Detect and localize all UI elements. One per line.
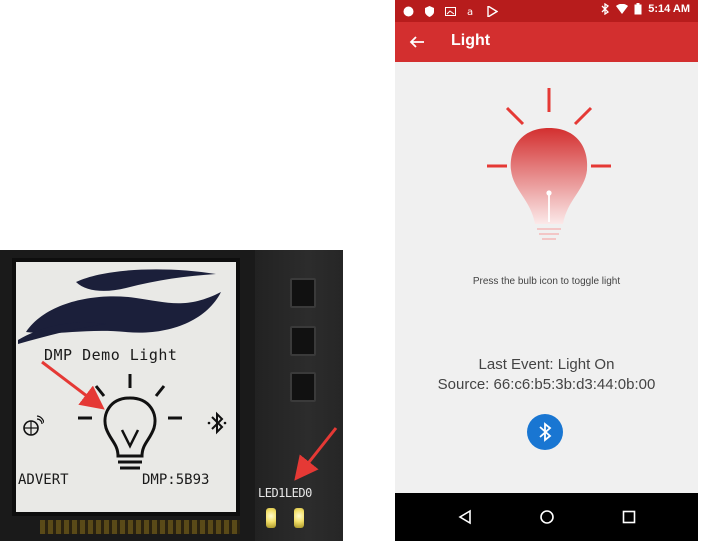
battery-icon: [634, 3, 642, 15]
advert-label: ADVERT: [18, 472, 69, 488]
recents-square-icon: [622, 510, 636, 524]
svg-text:a: a: [467, 7, 473, 17]
back-button[interactable]: [403, 28, 431, 56]
status-right: 5:14 AM: [600, 3, 690, 15]
amazon-icon: a: [467, 7, 473, 17]
nav-home-button[interactable]: [535, 505, 559, 529]
wifi-icon: [616, 3, 629, 14]
lcd-title: DMP Demo Light: [44, 346, 178, 364]
nav-back-button[interactable]: [453, 505, 477, 529]
board-chip: [290, 326, 316, 356]
home-circle-icon: [540, 510, 554, 524]
lcd-display: DMP Demo Light ADVERT DMP:5B93: [12, 258, 240, 516]
dev-board-photo: DMP Demo Light ADVERT DMP:5B93 LED1LED0: [0, 250, 343, 541]
led-labels: LED1LED0: [258, 486, 312, 500]
page-title: Light: [451, 32, 491, 49]
bluetooth-icon: [539, 422, 552, 442]
last-event-text: Last Event: Light On: [478, 356, 615, 373]
status-time: 5:14 AM: [648, 3, 690, 15]
bluetooth-button[interactable]: [527, 414, 563, 450]
source-address: Source: 66:c6:b5:3b:d3:44:0b:00: [437, 376, 656, 393]
android-nav-bar: [395, 493, 698, 541]
nav-recents-button[interactable]: [617, 505, 641, 529]
board-chip: [290, 278, 316, 308]
notification-icons: a: [403, 3, 498, 19]
silabs-logo: [18, 269, 221, 344]
light-bulb-icon[interactable]: [479, 86, 619, 246]
dmp-id-label: DMP:5B93: [142, 472, 210, 488]
play-store-icon: [487, 5, 498, 17]
app-notification-icon: [403, 6, 414, 16]
phone-screen: a 5:14 AM Light Press the bulb icon to t…: [395, 0, 698, 541]
app-bar: Light: [395, 22, 698, 62]
board-chip: [290, 372, 316, 402]
led1-light: [266, 508, 276, 528]
led0-light: [294, 508, 304, 528]
back-triangle-icon: [458, 509, 471, 525]
bluetooth-status-icon: [601, 3, 610, 15]
image-icon: [445, 6, 456, 16]
globe-signal-icon: [23, 415, 44, 436]
board-connector: [40, 520, 240, 534]
lcd-bulb-icon: [78, 374, 182, 470]
arrow-left-icon: [409, 36, 424, 48]
shield-icon: [425, 5, 434, 17]
lcd-bluetooth-icon: [207, 411, 227, 435]
toggle-hint: Press the bulb icon to toggle light: [472, 276, 621, 287]
status-bar: a 5:14 AM: [395, 0, 698, 22]
